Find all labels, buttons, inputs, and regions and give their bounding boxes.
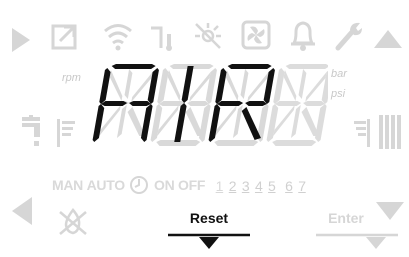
bar-label: bar — [331, 68, 347, 80]
flow-level-icon — [57, 119, 75, 147]
day-1: 1 — [215, 177, 224, 194]
day-4: 4 — [254, 177, 263, 194]
day-2: 2 — [228, 177, 237, 194]
enter-arrow-icon — [316, 233, 398, 249]
rpm-label: rpm — [62, 72, 81, 84]
man-label: MAN — [52, 177, 83, 193]
day-6: 6 — [285, 177, 293, 194]
lcd-panel: rpm bar psi MAN AUTO ON OFF 1 2 3 4 5 6 … — [0, 0, 409, 257]
day-3: 3 — [241, 177, 250, 194]
on-label: ON — [153, 177, 175, 193]
enter-label: Enter — [328, 210, 364, 226]
off-label: OFF — [177, 177, 206, 193]
reset-arrow-icon — [168, 233, 250, 249]
arrow-left-icon[interactable] — [10, 195, 34, 227]
days-list: 1 2 3 4 5 6 7 — [215, 176, 307, 194]
radiator-level-icon — [354, 119, 370, 147]
wifi-icon — [104, 24, 132, 51]
mode-row: MAN AUTO ON OFF 1 2 3 4 5 6 7 — [52, 175, 307, 195]
radiator-icon — [379, 115, 401, 149]
reset-label: Reset — [189, 210, 229, 226]
auto-label: AUTO — [86, 177, 126, 193]
day-7: 7 — [298, 177, 306, 194]
display-char-2 — [150, 64, 217, 146]
fan-icon — [241, 20, 271, 50]
external-link-icon — [51, 24, 77, 50]
display-char-3 — [208, 64, 275, 146]
clock-icon — [129, 175, 149, 195]
display-char-1 — [92, 64, 159, 142]
play-right-icon[interactable] — [10, 26, 32, 54]
display-char-4 — [266, 64, 328, 146]
wrench-icon — [335, 22, 362, 51]
arrow-down-icon[interactable] — [374, 200, 406, 222]
psi-label: psi — [331, 88, 346, 100]
flame-off-icon — [59, 208, 87, 235]
segment-display — [92, 64, 328, 146]
day-5: 5 — [268, 177, 276, 194]
sun-off-icon — [195, 23, 221, 49]
tap-icon — [22, 115, 40, 146]
bell-icon — [291, 21, 315, 51]
tap-thermometer-icon — [151, 26, 172, 51]
reset-button[interactable]: Reset — [166, 210, 252, 254]
arrow-up-icon[interactable] — [372, 28, 404, 50]
